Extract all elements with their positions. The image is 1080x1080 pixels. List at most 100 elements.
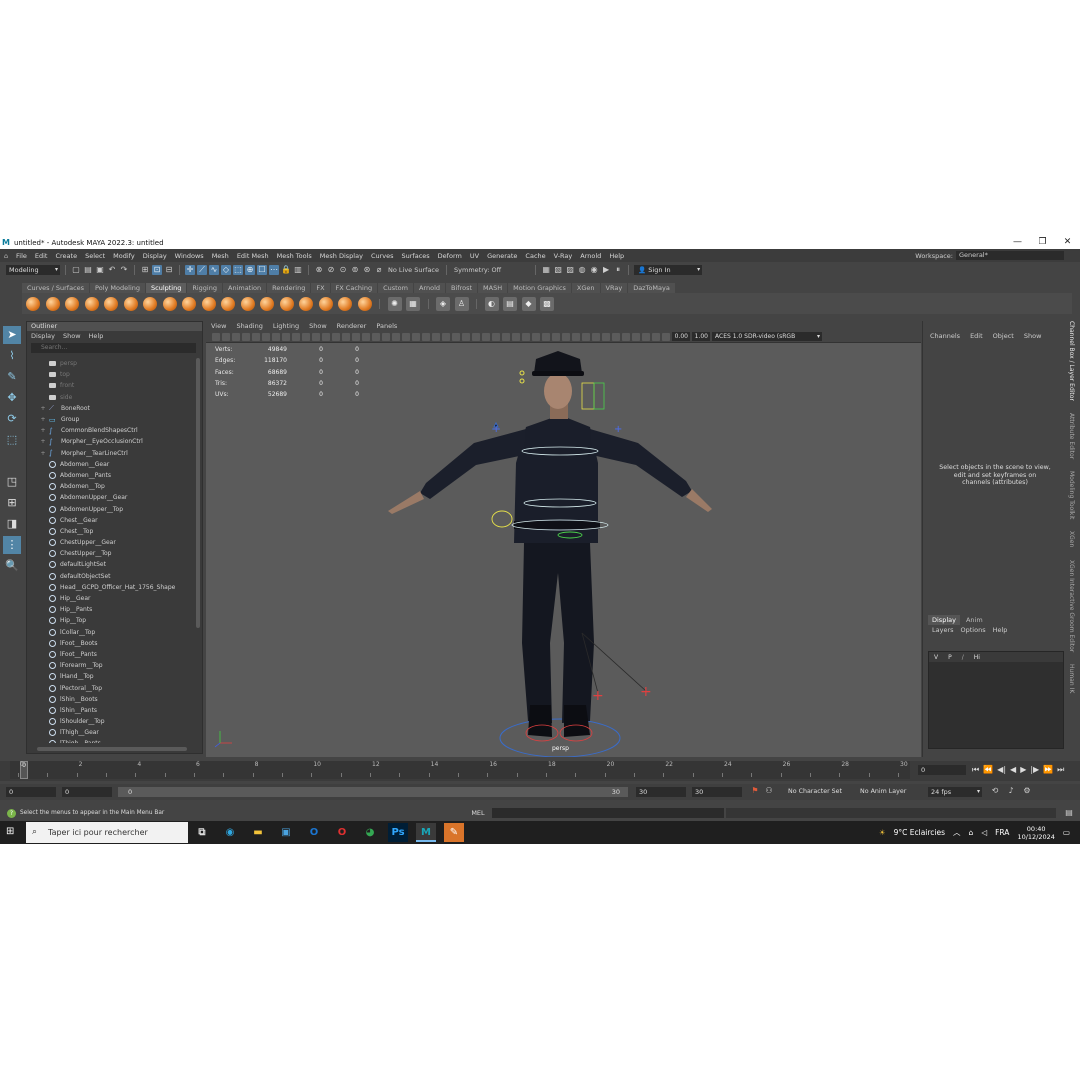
scene-end-field[interactable]: 30	[692, 787, 742, 797]
hypershade-icon[interactable]: ◍	[577, 265, 587, 275]
lasso-tool-icon[interactable]: ⌇	[3, 347, 21, 365]
menu-deform[interactable]: Deform	[434, 252, 466, 260]
close-button[interactable]: ✕	[1055, 236, 1080, 249]
shelf-tab-fx[interactable]: FX	[311, 283, 330, 293]
outliner-item[interactable]: lShin__Pants	[27, 705, 194, 716]
menu-uv[interactable]: UV	[466, 252, 483, 260]
snap-view-plane-icon[interactable]: ⊛	[362, 265, 372, 275]
task-view-icon[interactable]: ⧉	[192, 823, 212, 842]
colorspace-dropdown[interactable]: ACES 1.0 SDR-video (sRGB	[712, 332, 822, 341]
menu-edit[interactable]: Edit	[31, 252, 52, 260]
sculpt-brush-icon[interactable]	[221, 296, 235, 311]
edge-browser-icon[interactable]: ◉	[220, 823, 240, 842]
menu-set-dropdown[interactable]: Modeling	[6, 265, 60, 275]
snap-grid-icon[interactable]: ⊗	[314, 265, 324, 275]
sculpt-mesh-icon[interactable]: ▦	[406, 296, 420, 311]
clock[interactable]: 00:40 10/12/2024	[1017, 825, 1054, 841]
side-tab-channel-box[interactable]: Channel Box / Layer Editor	[1068, 321, 1075, 401]
step-forward-key-icon[interactable]: ⏩	[1043, 765, 1053, 775]
viewport-tool-icon[interactable]	[632, 332, 640, 341]
select-by-handle-icon[interactable]: ✛	[185, 265, 195, 275]
viewport-tool-icon[interactable]	[552, 332, 560, 341]
layer-menu-help[interactable]: Help	[993, 626, 1008, 634]
mel-command-input[interactable]	[492, 808, 724, 818]
pose-editor-icon[interactable]: ♙	[454, 296, 469, 311]
channel-box-menu-edit[interactable]: Edit	[970, 321, 983, 340]
viewport-tool-icon[interactable]	[562, 332, 570, 341]
new-scene-icon[interactable]: ▢	[71, 265, 81, 275]
ipr-render-icon[interactable]: ▧	[553, 265, 563, 275]
sculpt-brush-icon[interactable]	[104, 296, 118, 311]
layer-tab-display[interactable]: Display	[928, 615, 960, 625]
menu-display[interactable]: Display	[139, 252, 171, 260]
menu-generate[interactable]: Generate	[483, 252, 521, 260]
sculpt-freeze-icon[interactable]: ✺	[387, 296, 402, 311]
loop-icon[interactable]: ⟲	[990, 786, 1000, 796]
anim-layer-dropdown[interactable]: No Anim Layer	[860, 787, 906, 797]
outliner-item[interactable]: AbdomenUpper__Gear	[27, 492, 194, 503]
menu-modify[interactable]: Modify	[109, 252, 139, 260]
outliner-item[interactable]: side	[27, 392, 194, 403]
viewport-tool-icon[interactable]	[572, 332, 580, 341]
shelf-tab-daztomaya[interactable]: DazToMaya	[628, 283, 675, 293]
viewport-tool-icon[interactable]	[342, 332, 350, 341]
viewport-tool-icon[interactable]	[622, 332, 630, 341]
weather-text[interactable]: 9°C Eclaircies	[894, 828, 945, 837]
outliner-item[interactable]: persp	[27, 358, 194, 369]
shelf-tab-rendering[interactable]: Rendering	[267, 283, 311, 293]
volume-icon[interactable]: ◁	[981, 828, 987, 837]
tray-chevron-icon[interactable]: ︿	[953, 827, 961, 838]
sculpt-brush-icon[interactable]	[84, 296, 99, 311]
select-by-surface-icon[interactable]: ◇	[221, 265, 231, 275]
viewport-menu-show[interactable]: Show	[309, 321, 327, 331]
outliner-item[interactable]: defaultObjectSet	[27, 571, 194, 582]
time-slider-track[interactable]: 0 0 2 4 6 8 10 12 14 16 18 20 22 24 26 28 30	[10, 761, 910, 779]
windows-start-icon[interactable]: ⊞	[6, 826, 18, 838]
layer-menu-layers[interactable]: Layers	[932, 626, 954, 634]
go-to-end-icon[interactable]: ⏭	[1057, 765, 1064, 775]
outliner-horizontal-scrollbar[interactable]	[37, 747, 187, 751]
select-by-curve-icon[interactable]: ∿	[209, 265, 219, 275]
outliner-layout-icon[interactable]: ⋮	[3, 536, 21, 554]
rotate-tool-icon[interactable]: ⟳	[3, 410, 21, 428]
scene-start-field[interactable]: 0	[6, 787, 56, 797]
outliner-item[interactable]: + ∫ Morpher__EyeOcclusionCtrl	[27, 436, 194, 447]
viewport-tool-icon[interactable]	[422, 332, 430, 341]
sculpt-brush-icon[interactable]	[123, 296, 138, 311]
expand-toggle[interactable]: +	[39, 405, 47, 412]
viewport-menu-renderer[interactable]: Renderer	[337, 321, 367, 331]
menu-file[interactable]: File	[12, 252, 31, 260]
side-tab-modeling-toolkit[interactable]: Modeling Toolkit	[1068, 471, 1075, 519]
render-frame-icon[interactable]: ▦	[541, 265, 551, 275]
viewport-tool-icon[interactable]	[262, 332, 270, 341]
outliner-item[interactable]: lFoot__Pants	[27, 649, 194, 660]
viewport-tool-icon[interactable]	[652, 332, 660, 341]
viewport-tool-icon[interactable]	[312, 332, 320, 341]
minimize-button[interactable]: —	[1005, 236, 1030, 249]
menu-arnold[interactable]: Arnold	[576, 252, 605, 260]
sign-in-dropdown[interactable]: 👤 Sign In	[634, 265, 703, 275]
motion-graphics-icon[interactable]: ▩	[540, 296, 554, 311]
shelf-tab-arnold[interactable]: Arnold	[413, 283, 446, 293]
outliner-item[interactable]: Head__GCPD_Officer_Hat_1756_Shape	[27, 582, 194, 593]
viewport-tool-icon[interactable]	[662, 332, 670, 341]
shelf-tab-curves-surfaces[interactable]: Curves / Surfaces	[22, 283, 90, 293]
outliner-item[interactable]: lThigh__Pants	[27, 738, 194, 743]
sculpt-brush-icon[interactable]	[45, 296, 60, 311]
deformer-icon[interactable]: ◆	[521, 296, 536, 311]
open-scene-icon[interactable]: ▤	[83, 265, 93, 275]
viewport-menu-lighting[interactable]: Lighting	[273, 321, 299, 331]
render-view-icon[interactable]: ◉	[589, 265, 599, 275]
expand-toggle[interactable]: +	[39, 427, 47, 434]
shelf-tab-motion-graphics[interactable]: Motion Graphics	[508, 283, 571, 293]
outliner-item[interactable]: + ⟋ BoneRoot	[27, 403, 194, 414]
outliner-menu-help[interactable]: Help	[89, 331, 104, 342]
shelf-tab-fx-caching[interactable]: FX Caching	[330, 283, 378, 293]
viewport-tool-icon[interactable]	[332, 332, 340, 341]
viewport-tool-icon[interactable]	[472, 332, 480, 341]
command-language-button[interactable]: MEL	[466, 806, 490, 820]
step-back-frame-icon[interactable]: ◀|	[997, 765, 1006, 775]
select-component-icon[interactable]: ⊟	[164, 265, 174, 275]
viewport-tool-icon[interactable]	[502, 332, 510, 341]
paint-select-tool-icon[interactable]: ✎	[3, 368, 21, 386]
